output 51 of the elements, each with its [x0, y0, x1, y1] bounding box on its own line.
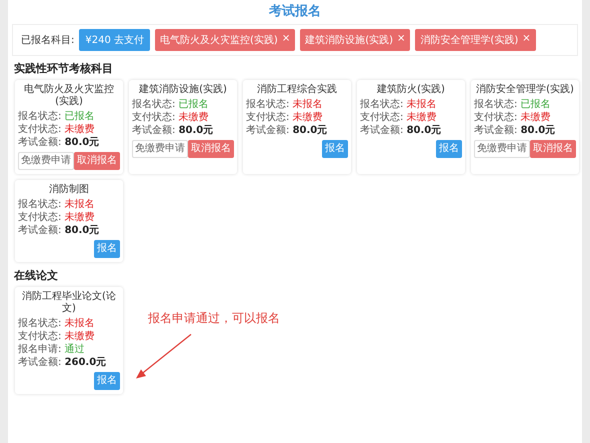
section-title: 在线论文	[14, 268, 59, 283]
course-field: 考试金额: 80.0元	[18, 225, 120, 237]
course-field: 考试金额: 80.0元	[18, 137, 120, 149]
course-title: 消防制图	[48, 184, 90, 196]
section-title: 实践性环节考核科目	[14, 61, 114, 76]
course-title: 消防安全管理学(实践)	[475, 84, 575, 96]
course-field: 考试金额: 80.0元	[132, 125, 234, 137]
course-title: 消防工程综合实践	[256, 84, 338, 96]
course-tag: 消防安全管理学(实践) ×	[415, 29, 536, 51]
page-title: 考试报名	[268, 3, 322, 21]
fee-waiver-button[interactable]: 免缴费申请	[474, 140, 530, 158]
course-field: 报名状态: 未报名	[18, 199, 120, 211]
course-title: 消防工程毕业论文(论文)	[21, 291, 117, 315]
course-field: 支付状态: 未缴费	[246, 112, 348, 124]
course-field: 支付状态: 未缴费	[132, 112, 234, 124]
register-button[interactable]: 报名	[322, 140, 348, 158]
course-tag: 建筑消防设施(实践) ×	[300, 29, 410, 51]
course-field: 报名状态: 未报名	[246, 99, 348, 111]
course-field: 支付状态: 未缴费	[18, 124, 120, 136]
annotation-text: 报名申请通过，可以报名	[148, 310, 280, 327]
close-icon[interactable]: ×	[282, 33, 290, 47]
course-field: 报名状态: 已报名	[474, 99, 576, 111]
course-title: 建筑消防设施(实践)	[138, 84, 228, 96]
course-field: 考试金额: 80.0元	[474, 125, 576, 137]
cancel-button[interactable]: 取消报名	[74, 152, 120, 170]
register-button[interactable]: 报名	[94, 372, 120, 390]
cancel-button[interactable]: 取消报名	[530, 140, 576, 158]
registered-label: 已报名科目:	[21, 34, 74, 47]
course-field: 支付状态: 未缴费	[474, 112, 576, 124]
fee-waiver-button[interactable]: 免缴费申请	[18, 152, 74, 170]
course-title: 建筑防火(实践)	[376, 84, 446, 96]
course-field: 支付状态: 未缴费	[18, 331, 120, 343]
course-field: 报名状态: 已报名	[18, 111, 120, 123]
course-field: 报名状态: 未报名	[360, 99, 462, 111]
course-field: 报名申请: 通过	[18, 344, 120, 356]
course-field: 考试金额: 260.0元	[18, 357, 120, 369]
register-button[interactable]: 报名	[436, 140, 462, 158]
course-field: 支付状态: 未缴费	[360, 112, 462, 124]
course-field: 支付状态: 未缴费	[18, 212, 120, 224]
course-tag: 电气防火及火灾监控(实践) ×	[155, 29, 296, 51]
course-field: 考试金额: 80.0元	[360, 125, 462, 137]
course-title: 电气防火及火灾监控(实践)	[23, 84, 115, 108]
close-icon[interactable]: ×	[522, 33, 531, 47]
pay-button[interactable]: ¥240 去支付	[79, 29, 150, 51]
course-field: 考试金额: 80.0元	[246, 125, 348, 137]
register-button[interactable]: 报名	[94, 240, 120, 258]
fee-waiver-button[interactable]: 免缴费申请	[132, 140, 188, 158]
cancel-button[interactable]: 取消报名	[188, 140, 234, 158]
course-field: 报名状态: 未报名	[18, 318, 120, 330]
course-field: 报名状态: 已报名	[132, 99, 234, 111]
close-icon[interactable]: ×	[397, 33, 406, 47]
